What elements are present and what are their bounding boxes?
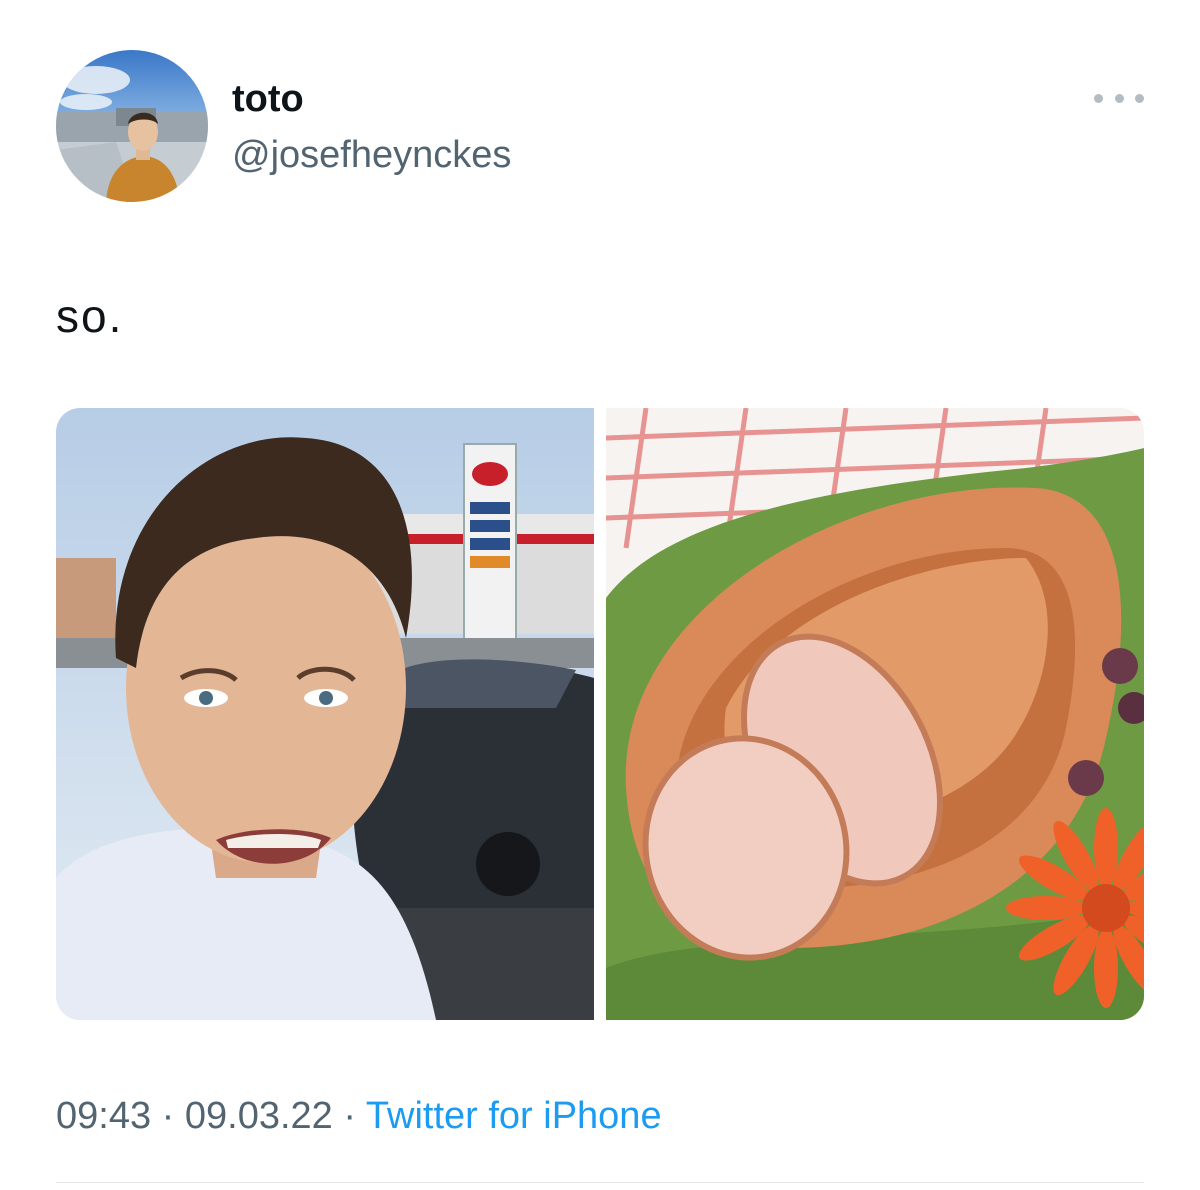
media-photo-sausage-image <box>605 408 1144 1020</box>
avatar-photo <box>56 50 208 202</box>
tweet-source-link[interactable]: Twitter for iPhone <box>366 1095 662 1137</box>
author-display-name[interactable]: toto <box>232 76 304 122</box>
more-options-icon[interactable] <box>1094 78 1144 118</box>
tweet-date[interactable]: 09.03.22 <box>185 1095 333 1137</box>
tweet-meta: 09:43 · 09.03.22 · Twitter for iPhone <box>56 1092 662 1140</box>
more-dot <box>1094 93 1103 103</box>
author-handle[interactable]: @josefheynckes <box>232 132 511 178</box>
divider <box>56 1182 1144 1183</box>
media-photo-sausage[interactable] <box>605 408 1144 1020</box>
meta-separator: · <box>161 1095 175 1137</box>
more-dot <box>1135 93 1144 103</box>
meta-separator: · <box>343 1095 357 1137</box>
media-photo-man-image <box>56 408 594 1020</box>
media-photo-man[interactable] <box>56 408 594 1020</box>
tweet-text: so. <box>56 290 124 342</box>
more-dot <box>1114 93 1124 103</box>
tweet: toto @josefheynckes so. 09:43 · 09.03.22… <box>0 0 1200 1190</box>
avatar[interactable] <box>56 50 208 202</box>
tweet-time[interactable]: 09:43 <box>56 1095 151 1137</box>
media-grid <box>56 408 1144 1020</box>
